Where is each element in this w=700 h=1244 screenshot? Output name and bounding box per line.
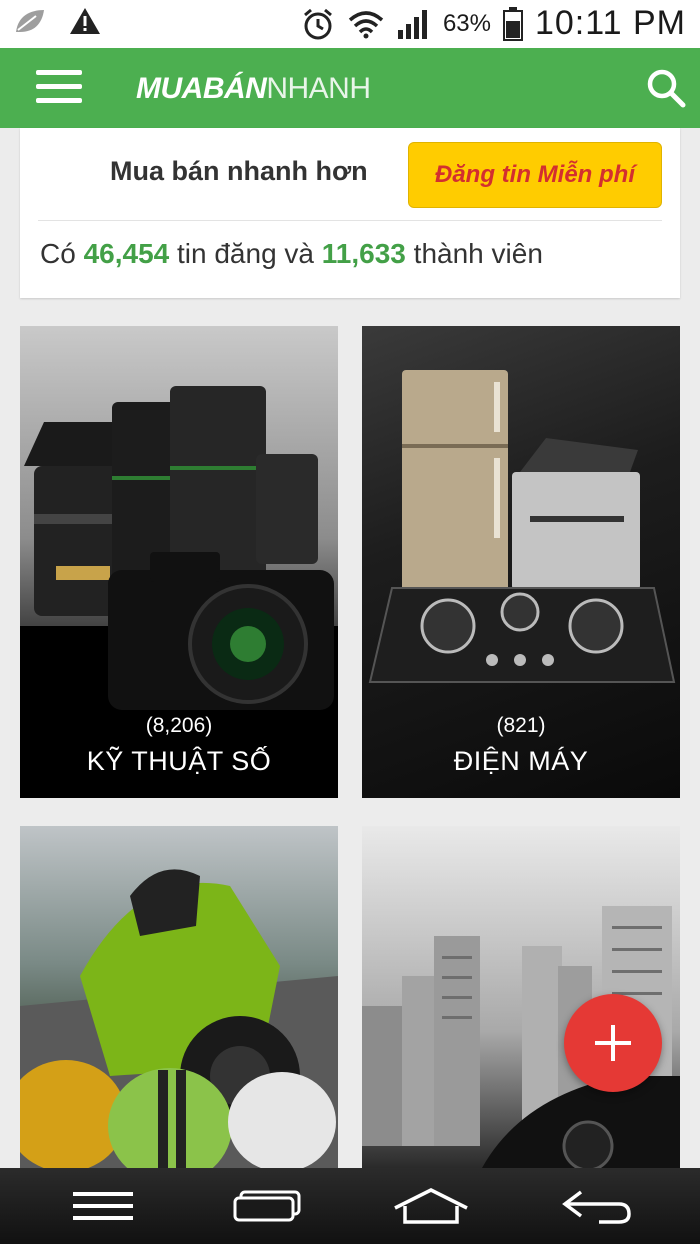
post-free-button[interactable]: Đăng tin Miễn phí [408, 142, 662, 208]
warning-icon [70, 8, 100, 34]
signal-icon [397, 9, 427, 39]
app-header: MUABÁNNHANH [0, 48, 700, 128]
category-count: (821) [496, 714, 546, 737]
status-bar: 63% 10:11 PM [0, 0, 700, 48]
logo-part1: MUABÁN [136, 72, 267, 105]
battery-percent: 63% [442, 9, 491, 37]
plus-icon [595, 1025, 631, 1061]
menu-icon[interactable] [58, 1178, 148, 1234]
category-tile-appliances[interactable]: (821) ĐIỆN MÁY [362, 326, 680, 798]
divider [38, 220, 662, 221]
stats-prefix: Có [40, 238, 76, 269]
stats-suffix: thành viên [413, 238, 543, 269]
motorbike-image [20, 869, 338, 1168]
battery-icon [502, 6, 523, 41]
back-icon[interactable] [552, 1178, 642, 1234]
tagline: Mua bán nhanh hơn [110, 156, 368, 186]
category-count: (8,206) [145, 714, 213, 737]
system-nav-bar [0, 1168, 700, 1244]
hamburger-icon[interactable] [36, 70, 84, 106]
home-icon[interactable] [386, 1178, 476, 1234]
alarm-icon [303, 8, 332, 39]
add-post-button[interactable] [564, 994, 662, 1092]
app-logo[interactable]: MUABÁNNHANH [136, 72, 371, 106]
category-name: KỸ THUẬT SỐ [20, 746, 338, 777]
category-name-text: ĐIỆN MÁY [453, 746, 589, 776]
category-name-text: KỸ THUẬT SỐ [86, 746, 272, 776]
recent-apps-icon[interactable] [222, 1178, 312, 1234]
category-tile-vehicles[interactable] [20, 826, 338, 1168]
category-tile-digital[interactable]: (8,206) KỸ THUẬT SỐ [20, 326, 338, 798]
wifi-icon [348, 10, 384, 38]
category-name: ĐIỆN MÁY [362, 746, 680, 777]
members-count: 11,633 [321, 238, 406, 269]
listings-count: 46,454 [83, 238, 170, 269]
leaf-icon [16, 10, 44, 32]
clock: 10:11 PM [534, 4, 686, 42]
site-stats: Có 46,454 tin đăng và 11,633 thành viên [40, 238, 543, 270]
stats-middle: tin đăng và [177, 238, 314, 269]
logo-part2: NHANH [266, 72, 371, 105]
search-icon[interactable] [644, 66, 688, 110]
promo-card: Mua bán nhanh hơn Đăng tin Miễn phí Có 4… [20, 128, 680, 298]
